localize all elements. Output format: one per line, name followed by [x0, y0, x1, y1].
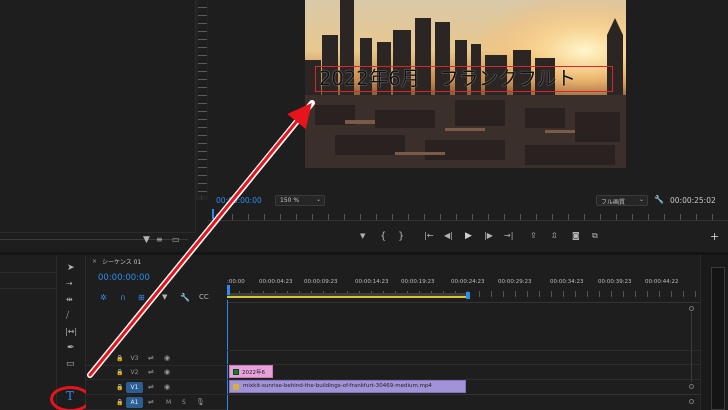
step-forward-icon[interactable]: |▶ — [484, 232, 493, 240]
in-point-icon[interactable]: { — [380, 232, 386, 242]
vertical-ruler — [198, 0, 207, 195]
chevron-down-icon: ⌄ — [315, 196, 321, 203]
program-scrubber[interactable] — [208, 209, 728, 221]
transport-controls: ▼ { } |← ◀| ▶ |▶ →| ⇪ ⇫ ◙ ⧉ + — [208, 230, 728, 246]
video-frame[interactable]: 2022年6月 フランクフルト — [305, 0, 626, 168]
microphone-icon[interactable]: 🎙 — [196, 398, 205, 406]
marker-add-icon[interactable]: ▼ — [162, 294, 167, 301]
export-frame-icon[interactable]: ◙ — [572, 232, 580, 240]
timeline-scrollbar[interactable] — [686, 300, 696, 410]
pen-tool-icon[interactable]: ✒ — [67, 344, 75, 353]
ruler-label: 00:00:39:23 — [598, 279, 632, 285]
close-icon[interactable]: × — [92, 258, 97, 265]
mute-button[interactable]: M — [166, 399, 171, 406]
quality-select[interactable]: フル画質 ⌄ — [596, 195, 648, 206]
title-text-overlay[interactable]: 2022年6月 フランクフルト — [315, 66, 613, 92]
sync-lock-icon[interactable]: ⇌ — [148, 368, 154, 376]
lock-icon[interactable]: 🔒 — [116, 399, 123, 406]
sync-lock-icon[interactable]: ⇌ — [148, 383, 154, 391]
go-to-out-icon[interactable]: →| — [504, 232, 513, 240]
wrench-icon[interactable]: 🔧 — [654, 196, 664, 204]
track-header-a1[interactable]: 🔒 A1 ⇌ M S 🎙 — [86, 396, 227, 410]
title-text: 2022年6月 フランクフルト — [319, 67, 577, 90]
settings-wrench-icon[interactable]: 🔧 — [180, 294, 190, 302]
track-name[interactable]: A1 — [126, 397, 143, 408]
track-header-v2[interactable]: 🔒 V2 ⇌ ◉ — [86, 366, 227, 380]
track-lanes: 2022年6 mixkit-sunrise-behind-the-buildin… — [227, 303, 700, 410]
out-point-icon[interactable]: } — [398, 232, 404, 242]
eye-icon[interactable]: ◉ — [164, 383, 170, 391]
list-view-icon[interactable]: ≡ — [156, 236, 163, 244]
video-clip[interactable]: mixkit-sunrise-behind-the-buildings-of-f… — [229, 380, 466, 393]
linked-selection-icon[interactable]: ⊞ — [138, 294, 145, 302]
ruler-label: 00:00:14:23 — [355, 279, 389, 285]
annotation-circle — [50, 386, 91, 410]
sequence-tab[interactable]: シーケンス 01 — [102, 257, 141, 266]
nest-icon[interactable]: ✲ — [100, 294, 107, 302]
program-timecode[interactable]: 00:00:00:00 — [216, 196, 262, 205]
step-back-icon[interactable]: ◀| — [444, 232, 453, 240]
left-panel-bottom: ▼ ≡ ▭ — [0, 232, 196, 248]
slip-tool-icon[interactable]: |↔| — [65, 328, 77, 336]
marker-icon[interactable]: ▼ — [360, 233, 365, 240]
captions-icon[interactable]: CC — [199, 294, 209, 301]
ruler-label: 00:00:34:23 — [550, 279, 584, 285]
audio-meters — [700, 255, 728, 410]
zoom-level-select[interactable]: 150 % ⌄ — [275, 195, 325, 206]
program-duration: 00:00:25:02 — [670, 196, 716, 205]
selection-tool-icon[interactable]: ➤ — [67, 264, 75, 273]
go-to-in-icon[interactable]: |← — [424, 232, 433, 240]
track-name[interactable]: V1 — [126, 382, 143, 393]
playhead[interactable] — [227, 285, 230, 295]
project-panel — [0, 255, 56, 410]
track-select-tool-icon[interactable]: ⇢ — [66, 280, 73, 288]
razor-tool-icon[interactable]: ⧸ — [66, 312, 69, 321]
premiere-workspace: ▼ ≡ ▭ 2022年6月 フランクフルト 00:00:00:00 150 % … — [0, 0, 728, 410]
rectangle-tool-icon[interactable]: ▭ — [66, 360, 75, 369]
lift-icon[interactable]: ⇪ — [530, 232, 537, 240]
graphic-clip-icon — [233, 369, 239, 375]
track-header-v1[interactable]: 🔒 V1 ⇌ ◉ — [86, 381, 227, 395]
snap-icon[interactable]: ∩ — [120, 294, 126, 302]
comparison-view-icon[interactable]: ⧉ — [592, 232, 598, 240]
eye-icon[interactable]: ◉ — [164, 354, 170, 362]
time-ruler[interactable]: :00:00 00:00:04:23 00:00:09:23 00:00:14:23 0… — [227, 275, 700, 303]
ruler-label: 00:00:29:23 — [498, 279, 532, 285]
track-name[interactable]: V3 — [126, 353, 143, 364]
program-monitor: 2022年6月 フランクフルト 00:00:00:00 150 % ⌄ フル画質… — [208, 0, 728, 252]
timeline-timecode[interactable]: 00:00:00:00 — [98, 273, 150, 283]
ruler-label: 00:00:44:22 — [645, 279, 679, 285]
work-area-end-handle[interactable] — [466, 292, 470, 299]
track-header-v3[interactable]: 🔒 V3 ⇌ ◉ — [86, 352, 227, 366]
lock-icon[interactable]: 🔒 — [116, 355, 123, 362]
source-panel — [0, 0, 196, 232]
extract-icon[interactable]: ⇫ — [551, 232, 558, 240]
timeline-panel: × シーケンス 01 00:00:00:00 ✲ ∩ ⊞ ▼ 🔧 CC :00:… — [86, 255, 700, 410]
chevron-down-icon: ⌄ — [638, 196, 644, 203]
track-name[interactable]: V2 — [126, 367, 143, 378]
fx-badge-icon — [233, 384, 239, 390]
ruler-label: 00:00:19:23 — [401, 279, 435, 285]
sync-lock-icon[interactable]: ⇌ — [148, 398, 154, 406]
graphic-clip[interactable]: 2022年6 — [229, 365, 273, 378]
play-icon[interactable]: ▶ — [465, 232, 472, 241]
add-button[interactable]: + — [710, 231, 719, 242]
eye-icon[interactable]: ◉ — [164, 368, 170, 376]
solo-button[interactable]: S — [182, 399, 186, 406]
ripple-edit-tool-icon[interactable]: ⇹ — [66, 296, 73, 304]
lock-icon[interactable]: 🔒 — [116, 369, 123, 376]
sync-lock-icon[interactable]: ⇌ — [148, 354, 154, 362]
filter-icon[interactable]: ▼ — [143, 236, 150, 245]
ruler-label: 00:00:04:23 — [259, 279, 293, 285]
ruler-label: 00:00:24:23 — [451, 279, 485, 285]
ruler-label: 00:00:09:23 — [304, 279, 338, 285]
work-area-bar[interactable] — [227, 293, 468, 298]
new-item-icon[interactable]: ▭ — [172, 236, 180, 244]
lock-icon[interactable]: 🔒 — [116, 384, 123, 391]
